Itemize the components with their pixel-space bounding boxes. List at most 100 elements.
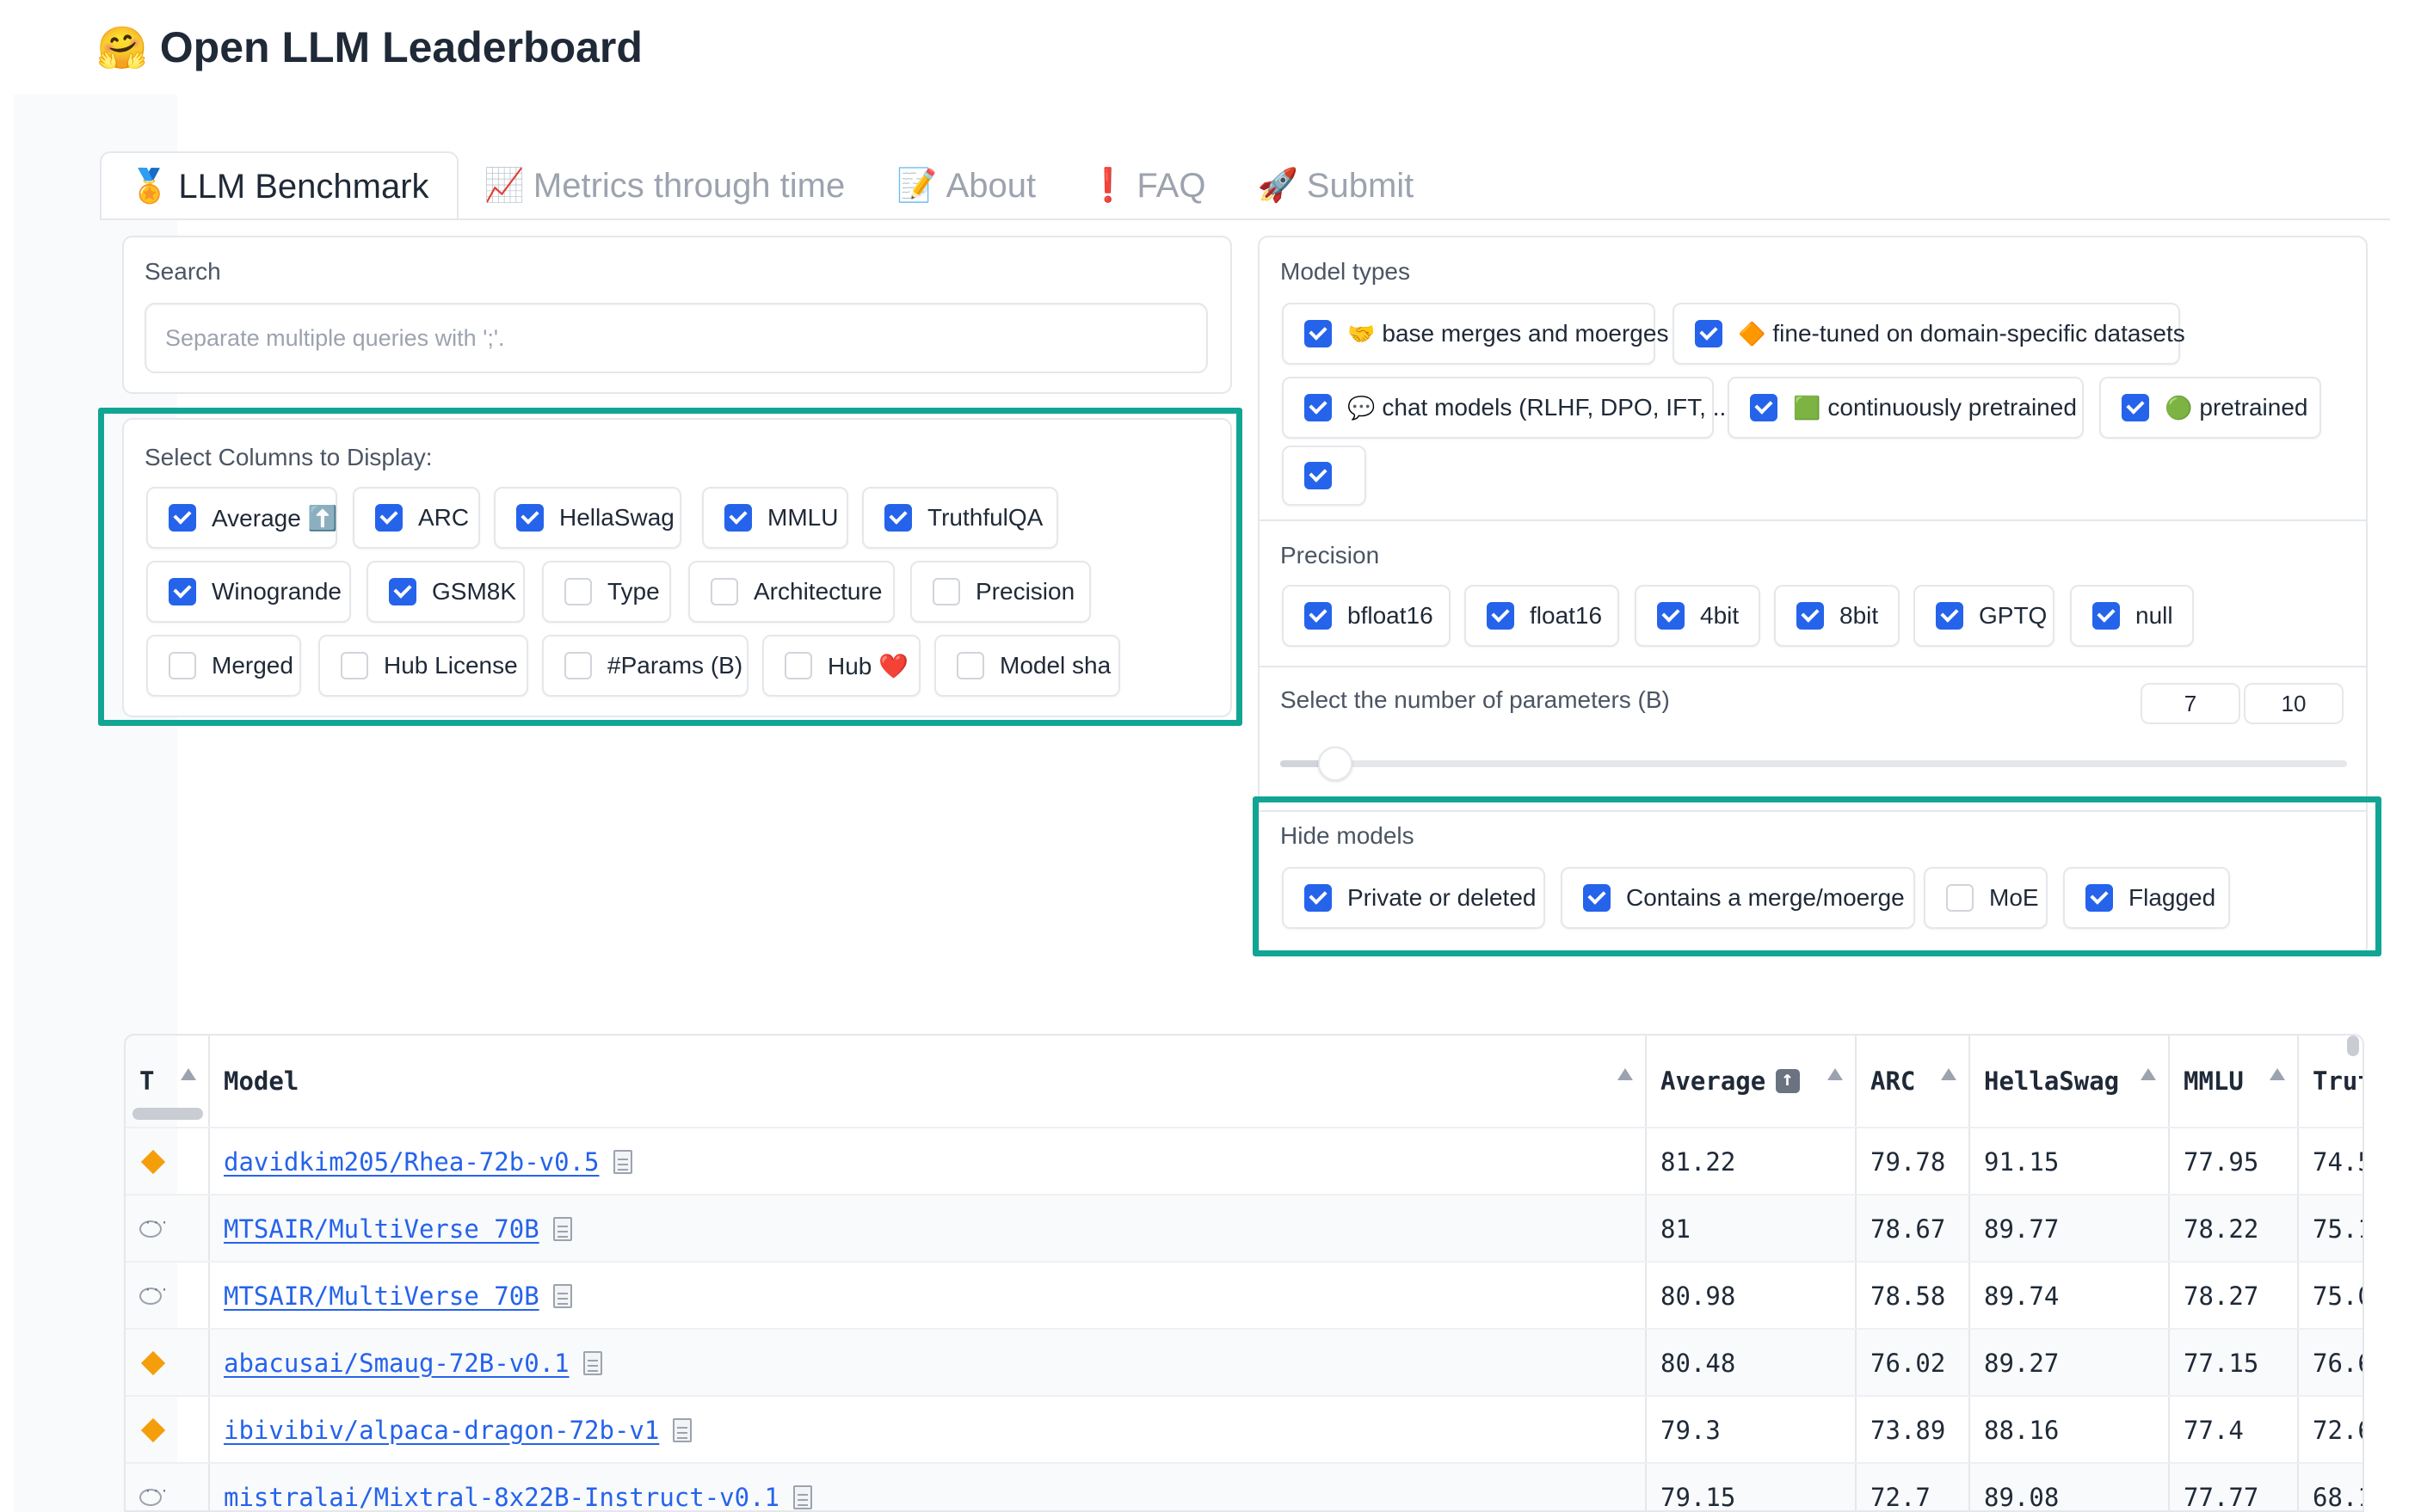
average-cell: 80.48 [1647,1330,1857,1397]
model-link[interactable]: ibivibiv/alpaca-dragon-72b-v1 [224,1416,659,1445]
divider [1260,666,2366,667]
precision-option-8bit[interactable]: 8bit [1774,585,1900,647]
checkbox[interactable] [1304,462,1332,489]
fine-tuned-diamond-icon [140,1149,166,1175]
fine-tuned-diamond-icon [140,1417,166,1443]
checkbox[interactable] [2122,394,2149,421]
precision-option-float16[interactable]: float16 [1464,585,1619,647]
document-icon[interactable] [552,1284,572,1308]
rocket-icon: 🚀 [1257,168,1298,204]
truthful-cell: 74.5 [2313,1147,2362,1177]
tab-llm-benchmark[interactable]: 🏅 LLM Benchmark [100,151,459,220]
mmlu-cell: 78.27 [2170,1263,2299,1330]
fine-tuned-diamond-icon [140,1350,166,1376]
mmlu-cell: 78.22 [2170,1195,2299,1263]
sort-icon[interactable] [1941,1068,1956,1080]
hellaswag-cell: 89.74 [1970,1263,2170,1330]
hellaswag-cell: 89.08 [1970,1464,2170,1510]
average-cell: 80.98 [1647,1263,1857,1330]
header-hellaswag[interactable]: HellaSwag [1970,1036,2170,1127]
checkbox[interactable] [1304,394,1332,421]
header-arc[interactable]: ARC [1857,1036,1970,1127]
chat-bubble-icon [139,1214,169,1238]
header-model[interactable]: Model [210,1036,1647,1127]
params-slider-handle[interactable] [1318,747,1352,781]
checkbox[interactable] [1936,602,1963,630]
tab-metrics-through-time[interactable]: 📈 Metrics through time [459,151,872,220]
model-type-fine-tuned[interactable]: 🔶 fine-tuned on domain-specific datasets [1673,303,2185,365]
checkbox[interactable] [1487,602,1514,630]
arc-cell: 72.7 [1857,1464,1970,1510]
precision-option-null[interactable]: null [2070,585,2194,647]
sort-icon[interactable] [181,1068,196,1080]
model-link[interactable]: MTSAIR/MultiVerse_70B [224,1282,539,1311]
chart-icon: 📈 [484,168,525,204]
tab-label: Submit [1306,166,1414,205]
green-circle-icon: 🟢 [2165,394,2193,421]
params-max-input[interactable]: 10 [2244,683,2344,724]
mmlu-cell: 77.4 [2170,1397,2299,1464]
hellaswag-cell: 91.15 [1970,1128,2170,1195]
model-type-unnamed[interactable] [1282,446,1366,506]
model-types-label: Model types [1280,258,1410,285]
checkbox[interactable] [1657,602,1685,630]
document-icon[interactable] [673,1418,693,1442]
handshake-icon: 🤝 [1347,320,1376,347]
model-type-pretrained[interactable]: 🟢 pretrained [2099,377,2321,439]
model-link[interactable]: abacusai/Smaug-72B-v0.1 [224,1349,570,1378]
sort-icon[interactable] [1617,1068,1633,1080]
green-square-icon: 🟩 [1793,394,1821,421]
document-icon[interactable] [793,1485,813,1509]
tab-submit[interactable]: 🚀 Submit [1231,151,1439,220]
tab-label: About [946,166,1037,205]
precision-option-bfloat16[interactable]: bfloat16 [1282,585,1451,647]
precision-option-4bit[interactable]: 4bit [1635,585,1760,647]
hellaswag-cell: 89.27 [1970,1330,2170,1397]
model-type-base-merges[interactable]: 🤝 base merges and moerges [1282,303,1668,365]
model-type-continuously-pretrained[interactable]: 🟩 continuously pretrained [1728,377,2084,439]
truthful-cell: 72.69 [2313,1416,2362,1445]
checkbox[interactable] [2092,602,2120,630]
average-cell: 79.15 [1647,1464,1857,1510]
document-icon[interactable] [613,1150,632,1174]
arc-cell: 78.67 [1857,1195,1970,1263]
checkbox[interactable] [1750,394,1777,421]
arc-cell: 76.02 [1857,1330,1970,1397]
checkbox[interactable] [1304,320,1332,347]
params-slider-track[interactable] [1280,760,2347,767]
table-row: mistralai/Mixtral-8x22B-Instruct-v0.1 79… [126,1462,2362,1510]
tab-faq[interactable]: ❗ FAQ [1062,151,1231,220]
search-input[interactable]: Separate multiple queries with ';'. [145,303,1208,373]
checkbox[interactable] [1796,602,1824,630]
params-min-input[interactable]: 7 [2141,683,2240,724]
tab-label: Metrics through time [533,166,846,205]
sort-icon[interactable] [1827,1068,1843,1080]
document-icon[interactable] [552,1217,572,1241]
table-row: ibivibiv/alpaca-dragon-72b-v1 79.3 73.89… [126,1395,2362,1464]
app-title-text: Open LLM Leaderboard [159,23,643,71]
table-scrollbar[interactable] [2347,1036,2359,1056]
header-mmlu[interactable]: MMLU [2170,1036,2299,1127]
chat-bubble-icon [139,1282,169,1305]
average-cell: 81.22 [1647,1128,1857,1195]
table-row: davidkim205/Rhea-72b-v0.5 81.22 79.78 91… [126,1127,2362,1195]
precision-option-gptq[interactable]: GPTQ [1913,585,2054,647]
mmlu-cell: 77.95 [2170,1128,2299,1195]
model-type-chat[interactable]: 💬 chat models (RLHF, DPO, IFT, ...) [1282,377,1740,439]
column-scrollbar[interactable] [132,1108,203,1120]
up-arrow-icon [1776,1066,1801,1093]
model-link[interactable]: mistralai/Mixtral-8x22B-Instruct-v0.1 [224,1483,779,1510]
average-cell: 79.3 [1647,1397,1857,1464]
tab-about[interactable]: 📝 About [871,151,1062,220]
header-average[interactable]: Average [1647,1036,1857,1127]
model-link[interactable]: davidkim205/Rhea-72b-v0.5 [224,1147,600,1177]
hellaswag-cell: 88.16 [1970,1397,2170,1464]
model-link[interactable]: MTSAIR/MultiVerse_70B [224,1214,539,1244]
document-icon[interactable] [582,1351,602,1375]
checkbox[interactable] [1304,602,1332,630]
sort-icon[interactable] [2141,1068,2156,1080]
sort-icon[interactable] [2270,1068,2285,1080]
arc-cell: 79.78 [1857,1128,1970,1195]
checkbox[interactable] [1695,320,1722,347]
tab-label: LLM Benchmark [178,167,429,206]
